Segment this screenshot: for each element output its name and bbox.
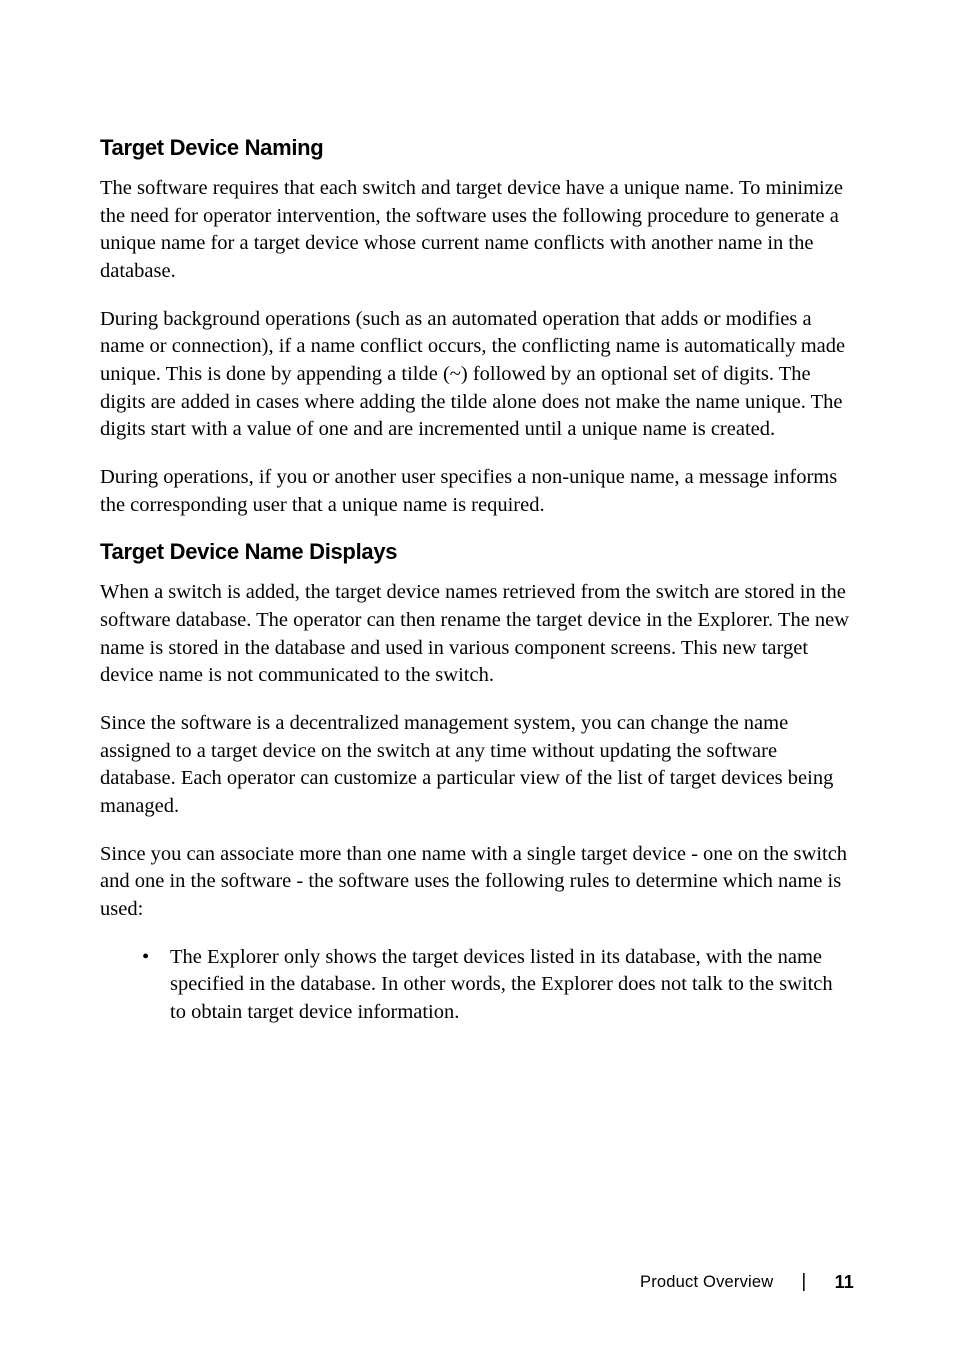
heading-target-device-name-displays: Target Device Name Displays	[100, 539, 854, 565]
bullet-list: • The Explorer only shows the target dev…	[142, 944, 846, 1027]
list-item-text: The Explorer only shows the target devic…	[170, 944, 846, 1027]
footer-separator: |	[801, 1271, 806, 1293]
list-item: • The Explorer only shows the target dev…	[142, 944, 846, 1027]
paragraph-text: The software requires that each switch a…	[100, 175, 854, 286]
paragraph-text: When a switch is added, the target devic…	[100, 579, 854, 690]
document-page: Target Device Naming The software requir…	[0, 0, 954, 1351]
bullet-icon: •	[142, 944, 170, 972]
paragraph-text: During operations, if you or another use…	[100, 464, 854, 519]
footer-section-label: Product Overview	[640, 1273, 773, 1292]
paragraph-text: Since the software is a decentralized ma…	[100, 710, 854, 821]
paragraph-text: During background operations (such as an…	[100, 306, 854, 444]
paragraph-text: Since you can associate more than one na…	[100, 841, 854, 924]
footer-page-number: 11	[835, 1272, 854, 1293]
heading-target-device-naming: Target Device Naming	[100, 135, 854, 161]
page-footer: Product Overview | 11	[640, 1271, 854, 1293]
